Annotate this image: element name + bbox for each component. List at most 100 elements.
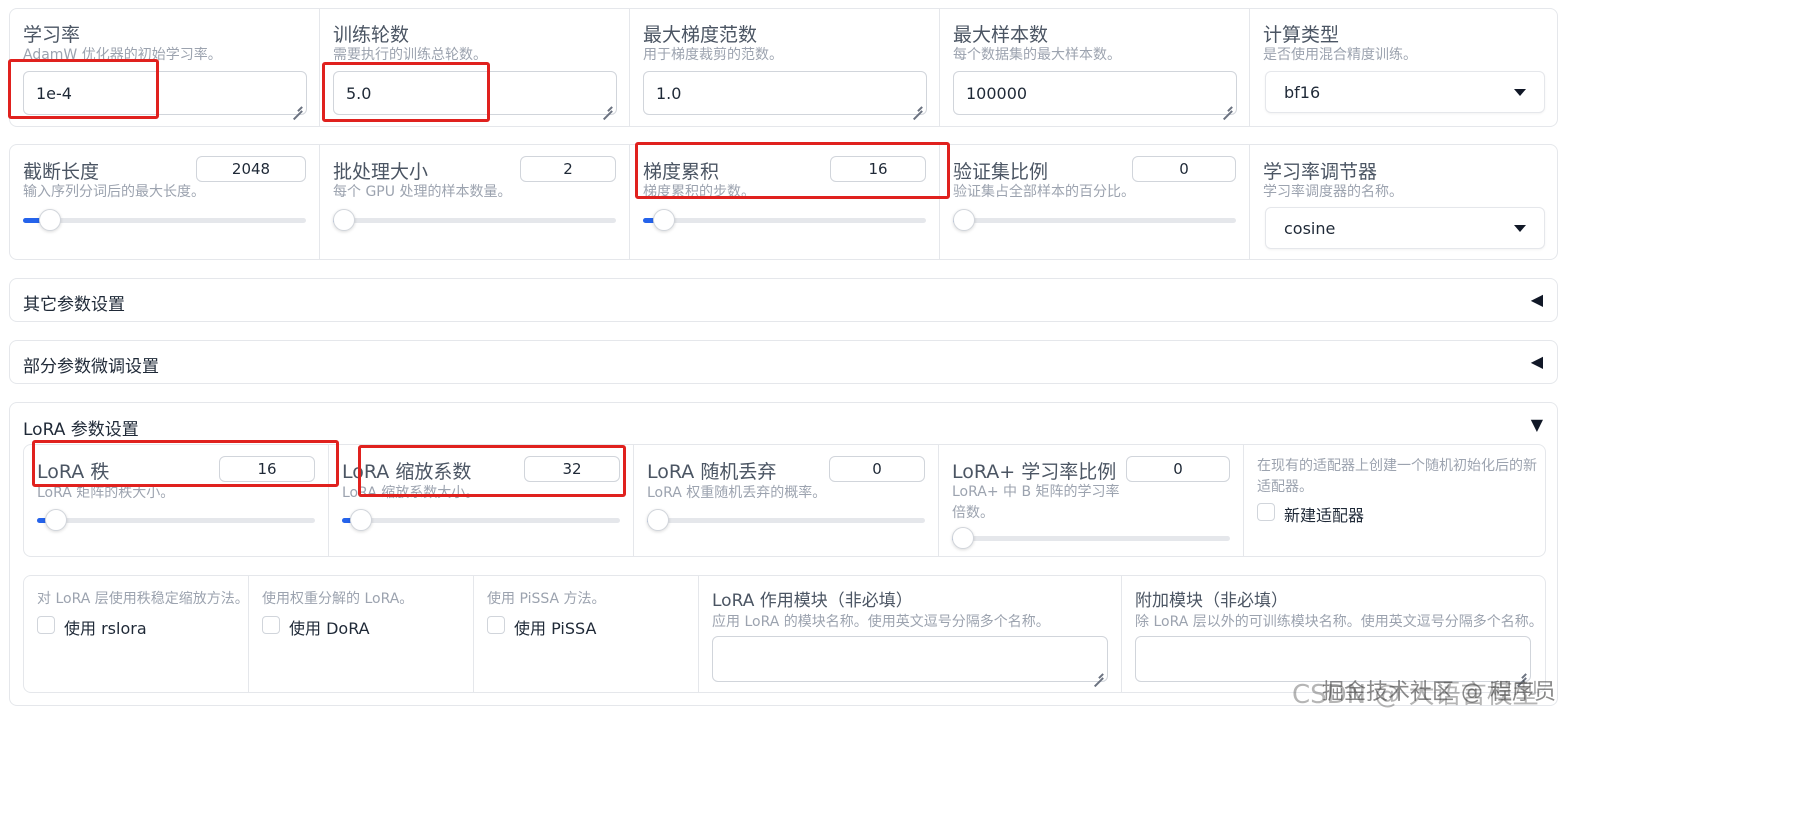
field-info: 验证集占全部样本的百分比。 <box>953 184 1135 200</box>
compute-type-field: 计算类型 是否使用混合精度训练。 bf16 <box>1250 9 1557 126</box>
lora-rank-slider[interactable] <box>37 509 315 531</box>
accordion-lora-settings: LoRA 参数设置 ▼ LoRA 秩 16 LoRA 矩阵的秩大小。 LoRA … <box>9 402 1558 706</box>
batch-size-number[interactable]: 2 <box>520 156 616 182</box>
slider-thumb[interactable] <box>44 509 67 531</box>
batch-size-field: 批处理大小 2 每个 GPU 处理的样本数量。 <box>320 145 630 259</box>
lr-scheduler-field: 学习率调节器 学习率调度器的名称。 cosine <box>1250 145 1557 259</box>
epochs-field: 训练轮数 需要执行的训练总轮数。 5.0 <box>320 9 630 126</box>
field-info: 学习率调度器的名称。 <box>1263 184 1403 200</box>
loraplus-lr-ratio-number[interactable]: 0 <box>1126 456 1230 482</box>
accordion-other-settings[interactable]: 其它参数设置 ◀ <box>9 278 1558 322</box>
field-info: 是否使用混合精度训练。 <box>1263 47 1417 63</box>
cutoff-length-slider[interactable] <box>23 209 306 231</box>
use-rslora-checkbox[interactable] <box>37 616 55 634</box>
lora-rank-field: LoRA 秩 16 LoRA 矩阵的秩大小。 <box>24 445 329 556</box>
row2-panel: 截断长度 2048 输入序列分词后的最大长度。 批处理大小 2 每个 GPU 处… <box>9 144 1558 260</box>
lora-dropout-slider[interactable] <box>647 509 925 531</box>
max-grad-norm-field: 最大梯度范数 用于梯度裁剪的范数。 1.0 <box>630 9 940 126</box>
use-pissa-checkbox[interactable] <box>487 616 505 634</box>
chevron-down-icon <box>1514 88 1526 96</box>
field-info: 除 LoRA 层以外的可训练模块名称。使用英文逗号分隔多个名称。 <box>1135 614 1543 630</box>
learning-rate-input[interactable]: 1e-4 <box>23 71 307 115</box>
lr-scheduler-dropdown[interactable]: cosine <box>1265 207 1545 249</box>
field-info: 使用 PiSSA 方法。 <box>487 591 606 607</box>
field-info: 在现有的适配器上创建一个随机初始化后的新适配器。 <box>1257 458 1537 495</box>
field-info: 每个 GPU 处理的样本数量。 <box>333 184 512 200</box>
expand-arrow-icon[interactable]: ▼ <box>1531 415 1543 434</box>
lora-dropout-number[interactable]: 0 <box>829 456 925 482</box>
checkbox-label[interactable]: 新建适配器 <box>1284 502 1364 526</box>
field-info: 需要执行的训练总轮数。 <box>333 47 487 63</box>
compute-type-dropdown[interactable]: bf16 <box>1265 71 1545 113</box>
resize-handle-icon[interactable] <box>1093 668 1103 678</box>
lora-rank-number[interactable]: 16 <box>219 456 315 482</box>
val-size-field: 验证集比例 0 验证集占全部样本的百分比。 <box>940 145 1250 259</box>
create-new-adapter-field: 在现有的适配器上创建一个随机初始化后的新适配器。 新建适配器 <box>1244 445 1545 556</box>
field-info: LoRA 缩放系数大小。 <box>342 485 480 501</box>
accordion-title: 其它参数设置 <box>23 295 125 315</box>
gradient-accumulation-field: 梯度累积 16 梯度累积的步数。 <box>630 145 940 259</box>
field-info: LoRA 矩阵的秩大小。 <box>37 485 175 501</box>
val-size-number[interactable]: 0 <box>1132 156 1236 182</box>
slider-thumb[interactable] <box>653 209 676 231</box>
field-info: 对 LoRA 层使用秩稳定缩放方法。 <box>37 591 249 607</box>
collapse-arrow-icon: ◀ <box>1530 352 1543 371</box>
checkbox-label[interactable]: 使用 PiSSA <box>514 615 596 639</box>
max-grad-norm-input[interactable]: 1.0 <box>643 71 927 115</box>
field-info: LoRA 权重随机丢弃的概率。 <box>647 485 827 501</box>
lora-target-input[interactable] <box>712 636 1108 682</box>
loraplus-lr-ratio-slider[interactable] <box>952 527 1230 549</box>
learning-rate-field: 学习率 AdamW 优化器的初始学习率。 1e-4 <box>10 9 320 126</box>
resize-handle-icon[interactable] <box>292 101 302 111</box>
slider-thumb[interactable] <box>952 527 974 549</box>
slider-thumb[interactable] <box>647 509 669 531</box>
gradient-accumulation-number[interactable]: 16 <box>830 156 926 182</box>
cutoff-length-number[interactable]: 2048 <box>196 156 306 182</box>
batch-size-slider[interactable] <box>333 209 616 231</box>
accordion-freeze-settings[interactable]: 部分参数微调设置 ◀ <box>9 340 1558 384</box>
field-label: 最大样本数 <box>953 24 1049 46</box>
field-label: 批处理大小 <box>333 161 429 183</box>
lora-alpha-field: LoRA 缩放系数 32 LoRA 缩放系数大小。 <box>329 445 634 556</box>
resize-handle-icon[interactable] <box>1222 101 1232 111</box>
resize-handle-icon[interactable] <box>602 101 612 111</box>
use-dora-checkbox[interactable] <box>262 616 280 634</box>
create-new-adapter-checkbox[interactable] <box>1257 503 1275 521</box>
lora-alpha-number[interactable]: 32 <box>524 456 620 482</box>
field-label: LoRA+ 学习率比例 <box>952 461 1117 483</box>
slider-thumb[interactable] <box>38 209 61 231</box>
field-label: 最大梯度范数 <box>643 24 758 46</box>
dropdown-value: bf16 <box>1284 82 1321 102</box>
field-label: 计算类型 <box>1263 24 1340 46</box>
field-label: LoRA 缩放系数 <box>342 461 472 483</box>
field-info: AdamW 优化器的初始学习率。 <box>23 47 222 63</box>
lora-dropout-field: LoRA 随机丢弃 0 LoRA 权重随机丢弃的概率。 <box>634 445 939 556</box>
field-info: 应用 LoRA 的模块名称。使用英文逗号分隔多个名称。 <box>712 614 1050 630</box>
slider-thumb[interactable] <box>953 209 975 231</box>
checkbox-label[interactable]: 使用 DoRA <box>289 615 370 639</box>
field-label: 截断长度 <box>23 161 100 183</box>
max-samples-input[interactable]: 100000 <box>953 71 1237 115</box>
chevron-down-icon <box>1514 224 1526 232</box>
field-label: 附加模块（非必填） <box>1135 591 1288 611</box>
field-label: 学习率调节器 <box>1263 161 1378 183</box>
use-pissa-field: 使用 PiSSA 方法。 使用 PiSSA <box>474 576 699 692</box>
resize-handle-icon[interactable] <box>912 101 922 111</box>
dropdown-value: cosine <box>1284 218 1336 238</box>
lora-alpha-slider[interactable] <box>342 509 620 531</box>
field-info: 用于梯度裁剪的范数。 <box>643 47 783 63</box>
val-size-slider[interactable] <box>953 209 1236 231</box>
field-label: 学习率 <box>23 24 81 46</box>
checkbox-label[interactable]: 使用 rslora <box>64 615 147 639</box>
input-value: 1e-4 <box>36 83 72 103</box>
slider-thumb[interactable] <box>333 209 355 231</box>
max-samples-field: 最大样本数 每个数据集的最大样本数。 100000 <box>940 9 1250 126</box>
accordion-title: 部分参数微调设置 <box>23 357 159 377</box>
accordion-title[interactable]: LoRA 参数设置 <box>23 415 139 440</box>
field-label: LoRA 秩 <box>37 461 110 483</box>
use-dora-field: 使用权重分解的 LoRA。 使用 DoRA <box>249 576 474 692</box>
slider-thumb[interactable] <box>349 509 372 531</box>
gradient-accumulation-slider[interactable] <box>643 209 926 231</box>
epochs-input[interactable]: 5.0 <box>333 71 617 115</box>
field-info: 使用权重分解的 LoRA。 <box>262 591 414 607</box>
